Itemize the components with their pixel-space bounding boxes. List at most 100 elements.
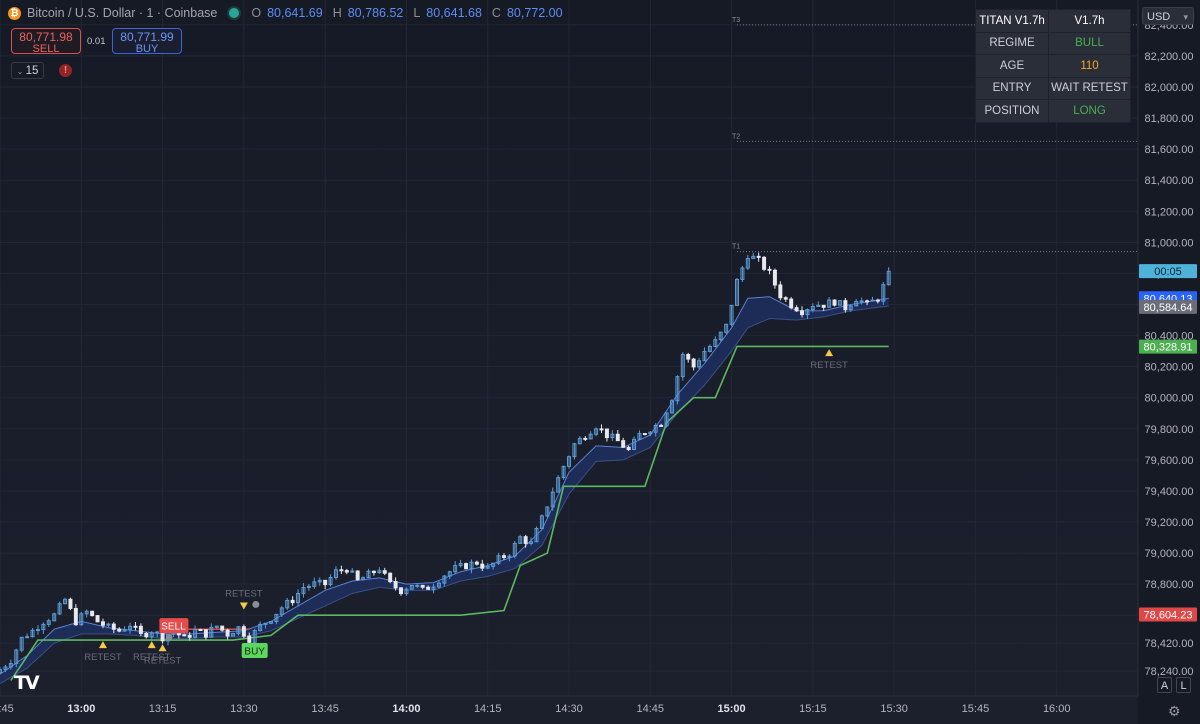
grid-lines [0,0,1138,696]
sell-signal-label: SELL [161,622,186,633]
retest-up-marker [147,641,156,649]
candle-body [399,587,403,595]
candle-body [182,634,187,637]
time-tick-label: 15:15 [799,703,827,715]
currency-selector[interactable]: USD ▾ [1142,7,1194,25]
retest-up-marker [825,349,834,357]
interval-selector[interactable]: ⌄ 15 [11,62,44,79]
retest-down-marker [239,602,248,610]
candle-body [686,354,691,360]
candle-body [323,579,328,586]
panel-row: ENTRY WAIT RETEST [975,76,1131,100]
candle-body [388,572,393,583]
candle-body [767,268,772,271]
time-tick-label: 12:45 [0,703,14,715]
candle-body [794,307,799,312]
candle-body [789,298,794,309]
buy-price: 80,771.99 [120,30,174,44]
price-tick-label: 80,200.00 [1145,362,1194,374]
candle-body [290,599,295,604]
candle-body [659,424,664,427]
candle-body [393,581,398,589]
candle-body [875,299,880,302]
candle-body [138,625,143,634]
signal-markers: RETEST RETESTRETESTRETESTRETESTSELLBUY [84,349,848,666]
candle-body [355,570,360,581]
price-tick-label: 78,800.00 [1145,579,1194,591]
buy-button[interactable]: 80,771.99 BUY [112,28,182,55]
auto-scale-button[interactable]: A [1157,677,1172,693]
open-label: O [251,6,262,20]
titan-info-panel: TITAN V1.7h V1.7h REGIME BULL AGE 110 ENTRY… [975,9,1131,123]
candle-body [821,304,826,308]
candle-body [832,299,837,306]
symbol-title[interactable]: Bitcoin / U.S. Dollar · 1 · Coinbase [27,6,217,20]
panel-row: AGE 110 [975,54,1131,78]
low-label: L [413,6,421,20]
tradingview-logo[interactable]: TV [14,672,40,694]
time-axis[interactable]: 12:45 13:00 13:15 13:30 13:45 14:00 14:15 14:30… [0,695,1138,715]
price-tag-label: 80,328.91 [1144,342,1193,354]
price-tick-label: 81,000.00 [1145,237,1194,249]
candle-body [464,563,469,570]
retest-label: RETEST [144,655,182,666]
price-tick-label: 78,420.00 [1145,638,1194,650]
time-tick-label: 15:00 [718,703,746,715]
target-label: T1 [732,244,740,251]
candle-body [870,299,875,302]
candle-body [480,563,485,569]
candle-body [474,561,479,565]
price-tick-label: 79,200.00 [1145,517,1194,529]
high-value: 80,786.52 [347,6,404,20]
sell-button[interactable]: 80,771.98 SELL [11,28,81,55]
age-label: AGE [975,54,1049,78]
panel-version: V1.7h [1048,9,1131,33]
settings-gear-icon[interactable]: ⚙ [1168,703,1181,720]
candle-body [73,607,78,626]
chevron-down-icon: ▾ [1183,12,1188,22]
bitcoin-icon: ₿ [8,6,21,20]
candle-body [203,629,208,638]
candle-body [523,536,528,544]
candle-body [160,631,165,642]
currency-value: USD [1147,11,1171,23]
candle-body [187,634,192,638]
target-label: T2 [732,133,740,140]
band-fill [0,296,889,684]
time-tick-label: 15:45 [962,703,990,715]
time-tick-label: 14:15 [474,703,502,715]
candle-body [117,628,122,632]
candle-body [241,626,246,637]
price-tick-label: 81,200.00 [1145,206,1194,218]
panel-row: TITAN V1.7h V1.7h [975,9,1131,33]
candle-body [501,555,506,558]
symbol-legend: ₿ Bitcoin / U.S. Dollar · 1 · Coinbase O… [8,6,567,20]
band-slow-line [0,305,889,685]
position-label: POSITION [975,99,1049,123]
price-tick-label: 81,400.00 [1145,175,1194,187]
panel-title: TITAN V1.7h [975,9,1049,33]
market-status-icon[interactable] [229,8,240,18]
candle-body [800,310,805,316]
alert-icon[interactable]: ! [59,64,72,77]
candle-body [772,269,777,286]
band-fast-line [0,296,889,675]
retest-up-marker [98,641,107,649]
candle-body [100,621,105,626]
price-tick-label: 79,600.00 [1145,455,1194,467]
candle-body [859,300,864,303]
candle-body [762,256,767,270]
candle-body [133,625,138,628]
candle-body [865,300,870,303]
price-tick-label: 80,000.00 [1145,393,1194,405]
time-tick-label: 13:45 [311,703,339,715]
candle-body [371,570,376,574]
trend-band [0,296,889,685]
time-tick-label: 14:45 [637,703,665,715]
candle-body [111,623,116,630]
sell-label: SELL [32,43,60,55]
log-scale-button[interactable]: L [1176,677,1191,693]
close-label: C [491,6,501,20]
spread-value: 0.01 [87,36,106,47]
interval-value: 15 [25,65,39,77]
